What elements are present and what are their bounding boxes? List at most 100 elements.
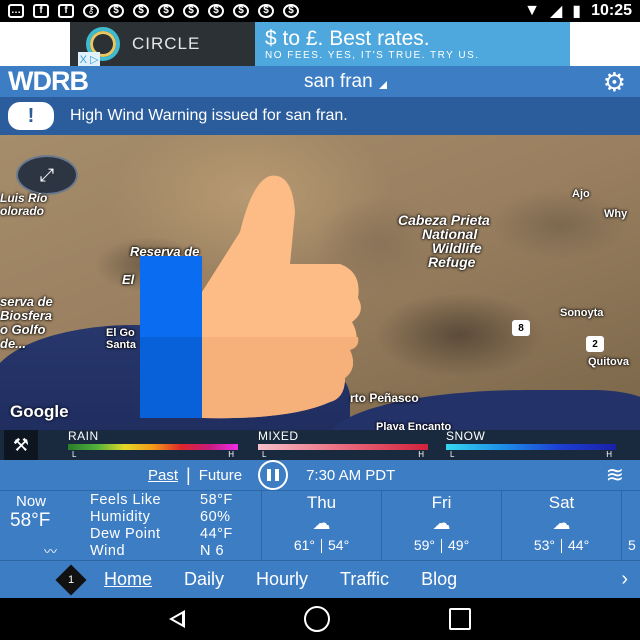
nav-hourly[interactable]: Hourly: [256, 569, 308, 590]
day-name: Sat: [548, 493, 575, 512]
battery-icon: ▮: [572, 3, 582, 20]
ad-banner[interactable]: CIRCLE $ to £. Best rates. NO FEES. YES,…: [0, 22, 640, 66]
home-icon[interactable]: [303, 606, 330, 632]
legend-high: H: [606, 450, 612, 459]
future-toggle[interactable]: Future: [199, 467, 242, 484]
stat-key: Wind: [90, 543, 126, 559]
signal-icon: ◢: [549, 3, 563, 20]
nav-home[interactable]: Home: [104, 569, 152, 590]
map-label: serva de: [0, 294, 53, 309]
radar-time: 7:30 AM PDT: [306, 466, 396, 484]
ad-brand-name: CIRCLE: [132, 34, 201, 53]
location-selector[interactable]: san fran: [304, 71, 387, 93]
google-attribution: Google: [10, 402, 69, 421]
message-icon: …: [8, 4, 24, 18]
day-forecast-fri[interactable]: Fri ☁ 59° 49°: [382, 491, 502, 560]
layers-icon[interactable]: ≋: [606, 464, 624, 486]
app-header: WDRB san fran ⚙: [0, 66, 640, 97]
current-temperature: 58°F: [10, 510, 51, 531]
rain-cloud-icon: ☁: [432, 513, 451, 533]
timeline-divider: |: [186, 464, 191, 485]
chevron-right-icon[interactable]: ›: [621, 568, 628, 591]
stat-key: Feels Like: [90, 492, 162, 508]
day-high: 53°: [533, 537, 555, 553]
map-label: de...: [0, 336, 27, 351]
day-high: 59°: [413, 537, 435, 553]
dollar-icon: $: [108, 4, 124, 18]
back-icon[interactable]: [169, 610, 186, 628]
ad-close-icon[interactable]: X ▷: [78, 52, 100, 66]
legend-high: H: [418, 450, 424, 459]
dollar-icon: $: [208, 4, 224, 18]
pause-icon[interactable]: [258, 460, 289, 490]
highway-shield-icon: 2: [586, 336, 604, 352]
precip-legend: ⚒ RAIN L H MIXED L H SNOW L H: [0, 430, 640, 460]
rain-cloud-icon: ☁: [552, 513, 571, 533]
dollar-icon: $: [158, 4, 174, 18]
nav-blog[interactable]: Blog: [421, 569, 457, 590]
bottom-nav: 1 Home Daily Hourly Traffic Blog ›: [0, 560, 640, 598]
dollar-icon: $: [283, 4, 299, 18]
system-nav-bar: [0, 598, 640, 640]
day-temps: 59° 49°: [382, 537, 501, 553]
map-label: olorado: [0, 204, 44, 218]
map-label: El: [122, 272, 135, 287]
stat-row: Dew Point 44°F: [90, 526, 233, 543]
rain-cloud-icon: ☁: [312, 513, 331, 533]
map-label: Quitova: [588, 356, 629, 368]
facebook-icon: f: [33, 4, 49, 18]
map-label: Why: [604, 208, 628, 220]
legend-low: L: [72, 450, 77, 459]
dollar-icon: $: [183, 4, 199, 18]
ad-subline: NO FEES. YES, IT'S TRUE. TRY US.: [265, 49, 480, 61]
notification-badge[interactable]: 1: [55, 563, 87, 596]
dollar-icon: $: [133, 4, 149, 18]
day-name: Thu: [306, 493, 337, 512]
app-screen: … f f ⚷ $ $ $ $ $ $ $ $ ▼ ◢ ▮ 10:25 CIRC…: [0, 0, 640, 640]
recents-icon[interactable]: [448, 608, 471, 630]
stat-value: N 6: [200, 543, 225, 559]
legend-rain: RAIN L H: [68, 430, 238, 459]
fullscreen-icon[interactable]: ⤢: [16, 155, 78, 195]
map-label: El Go: [106, 327, 135, 339]
legend-snow: SNOW L H: [446, 430, 616, 459]
daily-forecast-strip: Thu ☁ 61° 54° Fri ☁ 59° 49° Sat ☁ 53° 44° 5: [262, 491, 640, 560]
weather-alert-banner[interactable]: ! High Wind Warning issued for san fran.: [0, 97, 640, 135]
alert-icon: !: [8, 102, 54, 130]
current-conditions[interactable]: Now 58°F 〰 Feels Like 58°F Humidity 60% De…: [0, 491, 262, 560]
day-temps: 61° 54°: [262, 537, 381, 553]
nav-daily[interactable]: Daily: [184, 569, 224, 590]
notification-icons: … f f ⚷ $ $ $ $ $ $ $ $: [8, 4, 299, 18]
forecast-panel: Past | Future 7:30 AM PDT ≋ Now 58°F 〰 F…: [0, 460, 640, 560]
map-label: Playa Encanto: [376, 421, 452, 431]
ad-content[interactable]: CIRCLE $ to £. Best rates. NO FEES. YES,…: [70, 22, 570, 66]
status-bar: … f f ⚷ $ $ $ $ $ $ $ $ ▼ ◢ ▮ 10:25: [0, 0, 640, 22]
thumb-cuff-shade: [140, 337, 202, 418]
day-name: Fri: [431, 493, 452, 512]
day-forecast-thu[interactable]: Thu ☁ 61° 54°: [262, 491, 382, 560]
day-forecast-sat[interactable]: Sat ☁ 53° 44°: [502, 491, 622, 560]
day-forecast-partial[interactable]: 5: [622, 491, 640, 560]
past-toggle[interactable]: Past: [148, 467, 178, 484]
legend-mixed: MIXED L H: [258, 430, 428, 459]
gear-icon[interactable]: ⚙: [603, 69, 626, 95]
map-label: Wildlife: [432, 240, 482, 256]
legend-snow-title: SNOW: [446, 429, 486, 443]
system-status: ▼ ◢ ▮ 10:25: [524, 1, 632, 21]
map-label: Ajo: [572, 188, 590, 200]
stat-value: 44°F: [200, 526, 233, 542]
map-label: National: [422, 226, 478, 242]
clock: 10:25: [591, 2, 632, 19]
wdrb-logo: WDRB: [8, 66, 89, 96]
alert-text: High Wind Warning issued for san fran.: [70, 107, 348, 124]
day-high: 61°: [293, 537, 315, 553]
hammer-icon[interactable]: ⚒: [4, 430, 38, 460]
wind-icon: 〰: [44, 544, 58, 559]
nav-traffic[interactable]: Traffic: [340, 569, 389, 590]
legend-high: H: [228, 450, 234, 459]
map-label: Biosfera: [0, 308, 53, 323]
day-low: 49°: [448, 537, 470, 553]
day-temps: 53° 44°: [502, 537, 621, 553]
thumbs-up-icon: [140, 175, 361, 419]
day-low: 54°: [328, 537, 350, 553]
